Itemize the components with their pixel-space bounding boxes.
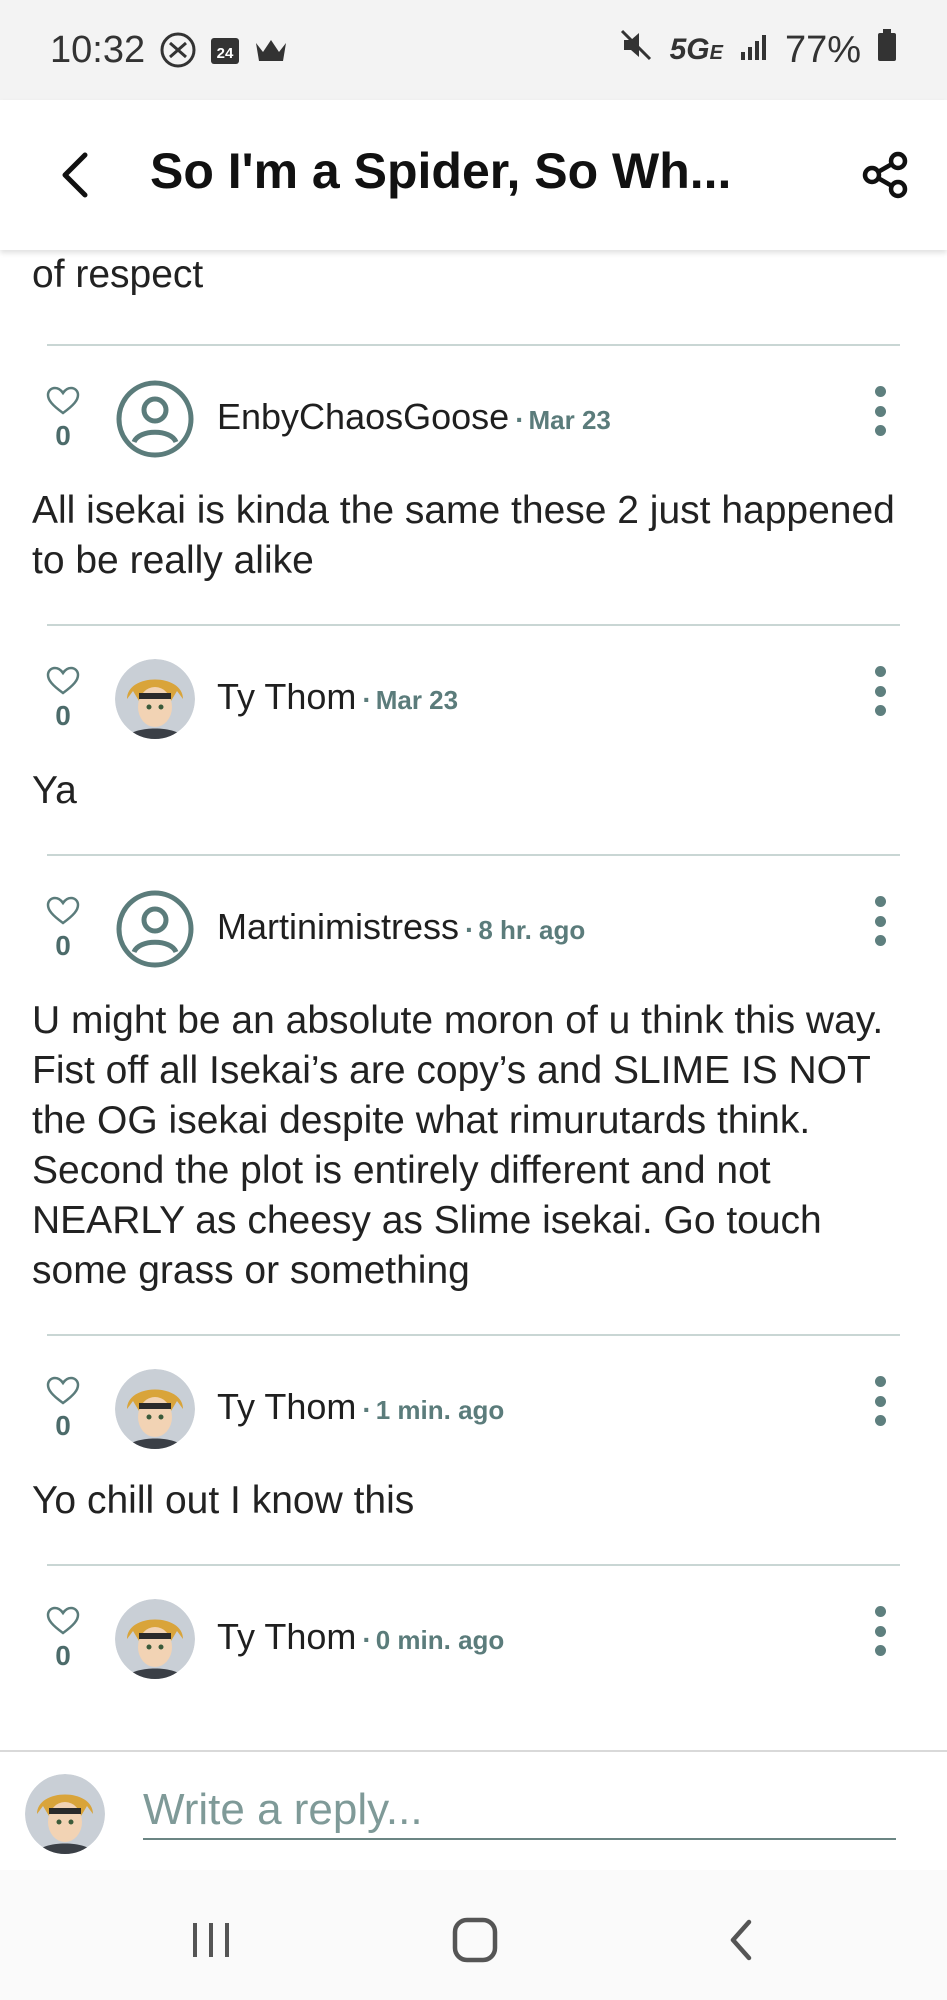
previous-comment-text: of respect <box>32 253 204 296</box>
reply-composer <box>0 1750 947 1872</box>
comment-text: Yo chill out I know this <box>32 1479 415 1522</box>
system-back-button[interactable] <box>706 1905 776 1975</box>
comment-thread: of respect 0 EnbyChaosGoose · Mar 23 All… <box>0 250 947 1750</box>
author-name[interactable]: EnbyChaosGoose <box>217 396 509 438</box>
anime-avatar-icon <box>115 659 195 739</box>
comment-date: Mar 23 <box>375 685 459 715</box>
share-button[interactable] <box>855 145 915 205</box>
anime-avatar-icon <box>25 1774 105 1854</box>
shield-icon <box>159 31 197 69</box>
system-nav-bar <box>0 1870 947 2000</box>
heart-icon <box>46 386 80 415</box>
comment-date: 8 hr. ago <box>478 915 586 945</box>
recents-icon <box>193 1923 229 1957</box>
calendar-day: 24 <box>217 45 234 62</box>
anime-avatar-icon <box>115 1369 195 1449</box>
like-count: 0 <box>55 1410 71 1441</box>
mute-icon <box>618 27 654 73</box>
battery-percent: 77% <box>784 28 861 71</box>
status-time: 10:32 <box>50 28 146 71</box>
more-options-icon[interactable] <box>868 666 892 716</box>
anime-avatar-icon <box>115 1599 195 1679</box>
comment: 0 Ty Thom · 0 min. ago <box>0 1566 947 1686</box>
status-bar: 10:32 24 5GE 77% <box>0 0 947 100</box>
comment-header: 0 Martinimistress · 8 hr. ago <box>0 856 947 976</box>
like-count: 0 <box>55 700 71 731</box>
like-count: 0 <box>55 930 71 961</box>
avatar[interactable] <box>115 659 195 739</box>
back-button[interactable] <box>45 145 105 205</box>
share-icon <box>862 151 908 199</box>
crown-icon <box>253 35 289 65</box>
like-button[interactable]: 0 <box>43 1606 83 1672</box>
avatar[interactable] <box>115 1599 195 1679</box>
author-name[interactable]: Ty Thom <box>217 1386 356 1428</box>
comment-header: 0 Ty Thom · 1 min. ago <box>0 1336 947 1456</box>
comment: 0 EnbyChaosGoose · Mar 23 All isekai is … <box>0 346 947 624</box>
home-icon <box>452 1917 498 1963</box>
comment-date: Mar 23 <box>528 405 611 435</box>
recent-apps-button[interactable] <box>176 1905 246 1975</box>
app-bar: So I'm a Spider, So Wh... <box>0 100 947 250</box>
avatar[interactable] <box>115 889 195 969</box>
avatar[interactable] <box>115 1369 195 1449</box>
author-name[interactable]: Ty Thom <box>217 1616 356 1658</box>
comment: 0 Ty Thom · Mar 23 Ya <box>0 626 947 854</box>
back-arrow-icon <box>730 1919 752 1961</box>
heart-icon <box>46 896 80 925</box>
comment-header: 0 Ty Thom · Mar 23 <box>0 626 947 746</box>
comment-text: U might be an absolute moron of u think … <box>32 999 884 1292</box>
comment-text: Ya <box>32 769 77 812</box>
more-options-icon[interactable] <box>868 386 892 436</box>
comment-header: 0 EnbyChaosGoose · Mar 23 <box>0 346 947 466</box>
like-count: 0 <box>55 420 71 451</box>
reply-input[interactable] <box>143 1782 896 1840</box>
calendar-icon: 24 <box>209 34 241 66</box>
like-button[interactable]: 0 <box>43 1376 83 1442</box>
comment-date: 1 min. ago <box>375 1395 505 1425</box>
page-title: So I'm a Spider, So Wh... <box>150 143 732 199</box>
network-label: 5GE <box>669 33 723 66</box>
comment: 0 Ty Thom · 1 min. ago Yo chill out I kn… <box>0 1336 947 1564</box>
author-name[interactable]: Martinimistress <box>217 906 459 948</box>
more-options-icon[interactable] <box>868 1606 892 1656</box>
heart-icon <box>46 666 80 695</box>
like-button[interactable]: 0 <box>43 666 83 732</box>
like-count: 0 <box>55 1640 71 1671</box>
heart-icon <box>46 1376 80 1405</box>
author-name[interactable]: Ty Thom <box>217 676 356 718</box>
comment-date: 0 min. ago <box>375 1625 505 1655</box>
signal-icon <box>739 29 769 72</box>
like-button[interactable]: 0 <box>43 386 83 452</box>
default-avatar-icon <box>116 380 194 458</box>
default-avatar-icon <box>116 890 194 968</box>
more-options-icon[interactable] <box>868 896 892 946</box>
heart-icon <box>46 1606 80 1635</box>
current-user-avatar <box>25 1774 105 1854</box>
comment: 0 Martinimistress · 8 hr. ago U might be… <box>0 856 947 1334</box>
battery-icon <box>877 28 897 72</box>
avatar[interactable] <box>115 379 195 459</box>
like-button[interactable]: 0 <box>43 896 83 962</box>
chevron-left-icon <box>62 152 88 198</box>
comment-text: All isekai is kinda the same these 2 jus… <box>32 489 895 582</box>
more-options-icon[interactable] <box>868 1376 892 1426</box>
comment-header: 0 Ty Thom · 0 min. ago <box>0 1566 947 1686</box>
home-button[interactable] <box>440 1905 510 1975</box>
